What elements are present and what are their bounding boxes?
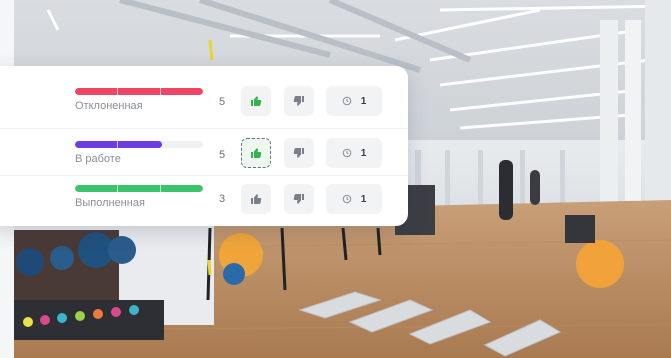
status-label: Отклоненная	[75, 100, 143, 112]
bar-divider	[160, 88, 161, 95]
bar-divider	[117, 88, 118, 95]
thumbs-down-icon	[293, 147, 304, 158]
task-row-completed: Выполненная 3 1	[0, 176, 408, 226]
vote-count: 3	[219, 193, 226, 205]
progress-bar	[75, 185, 203, 192]
progress-fill	[75, 88, 203, 95]
thumbs-up-icon	[251, 148, 262, 159]
progress-fill	[75, 185, 203, 192]
task-status-card: Отклоненная 5 1 В работе 5 1 Выполненная…	[0, 66, 408, 226]
timer-value: 1	[360, 95, 367, 107]
timer-badge[interactable]: 1	[326, 86, 382, 116]
dislike-button[interactable]	[284, 184, 314, 214]
status-label: Выполненная	[75, 197, 145, 209]
bar-divider	[160, 185, 161, 192]
clock-icon	[342, 96, 351, 106]
clock-icon	[342, 148, 351, 158]
dislike-button[interactable]	[284, 86, 314, 116]
task-row-in-progress: В работе 5 1	[0, 129, 408, 176]
thumbs-down-icon	[293, 95, 304, 106]
bar-divider	[117, 185, 118, 192]
timer-value: 1	[360, 193, 367, 205]
timer-badge[interactable]: 1	[326, 184, 382, 214]
clock-icon	[342, 194, 351, 204]
bar-divider	[117, 141, 118, 148]
vote-count: 5	[219, 149, 226, 161]
thumbs-up-icon	[251, 194, 262, 205]
dislike-button[interactable]	[284, 138, 314, 168]
progress-bar	[75, 141, 203, 148]
status-label: В работе	[75, 153, 121, 165]
like-button[interactable]	[241, 184, 271, 214]
progress-fill	[75, 141, 163, 148]
thumbs-down-icon	[293, 193, 304, 204]
vote-count: 5	[219, 96, 226, 108]
thumbs-up-icon	[251, 96, 262, 107]
like-button[interactable]	[241, 138, 271, 168]
task-row-rejected: Отклоненная 5 1	[0, 68, 408, 129]
progress-bar	[75, 88, 203, 95]
timer-badge[interactable]: 1	[326, 138, 382, 168]
timer-value: 1	[360, 147, 367, 159]
like-button[interactable]	[241, 86, 271, 116]
